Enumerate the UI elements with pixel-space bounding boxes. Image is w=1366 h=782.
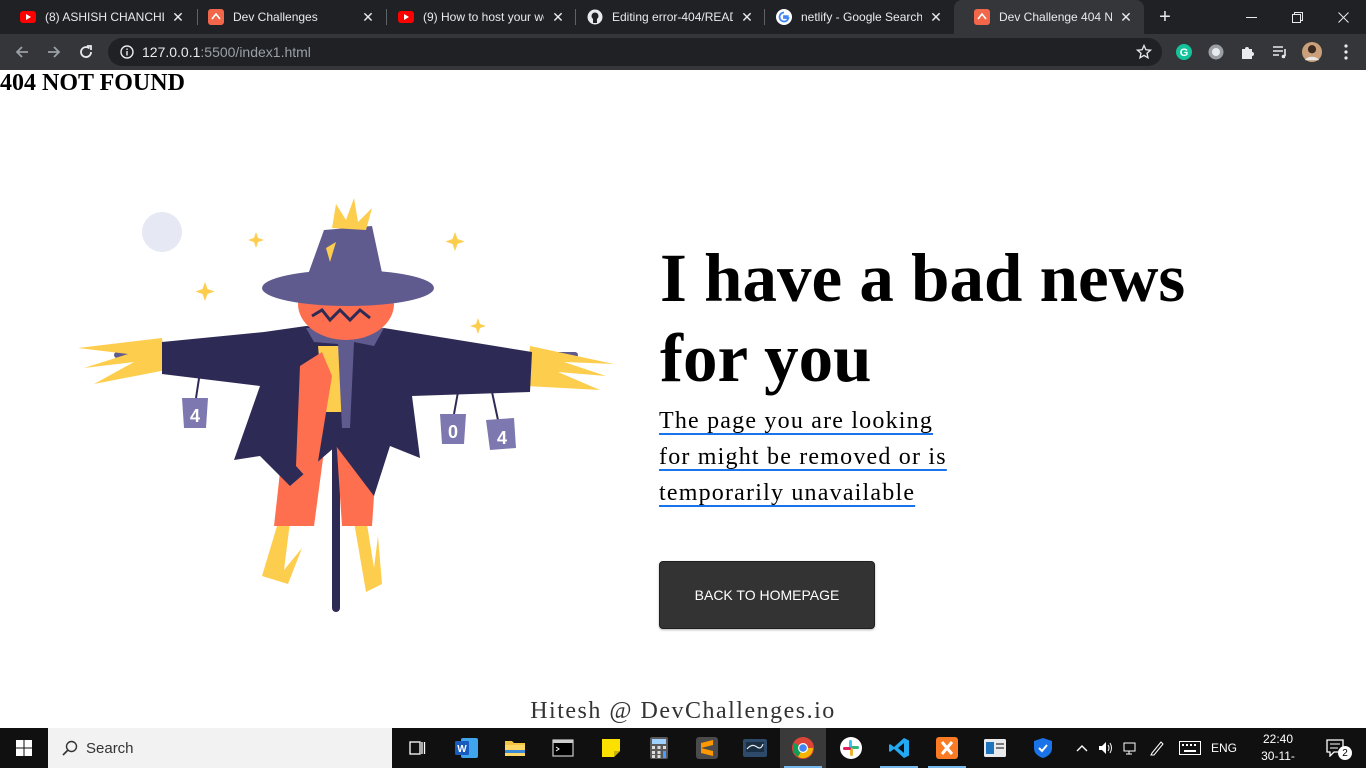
xampp-icon[interactable] [924, 728, 970, 768]
start-button[interactable] [0, 728, 48, 768]
chrome-menu-icon[interactable] [1336, 42, 1356, 62]
restore-button[interactable] [1274, 0, 1320, 34]
browser-tab-strip: (8) ASHISH CHANCHLANI ✕ Dev Challenges ✕… [0, 0, 1366, 34]
media-queue-icon[interactable] [1270, 42, 1290, 62]
clock-date: 30-11-2020 [1261, 749, 1295, 780]
headline: I have a bad news for you [660, 238, 1280, 398]
headline-line: I have a bad news [660, 240, 1186, 316]
sign-digit: 4 [497, 428, 507, 448]
chrome-icon[interactable] [780, 728, 826, 768]
tab-title: (9) How to host your website [423, 10, 544, 24]
address-bar[interactable]: 127.0.0.1:5500/index1.html [108, 38, 1162, 66]
back-arrow-icon [15, 46, 28, 58]
sign-digit: 4 [190, 406, 200, 426]
close-tab-icon[interactable]: ✕ [1118, 9, 1134, 25]
browser-toolbar: 127.0.0.1:5500/index1.html G [0, 34, 1366, 70]
tab-title: Editing error-404/README.md [612, 10, 733, 24]
svg-text:W: W [457, 744, 467, 755]
back-to-homepage-button[interactable]: BACK TO HOMEPAGE [659, 561, 875, 629]
taskbar-search-box[interactable]: Search [48, 728, 392, 768]
reload-icon [80, 45, 92, 58]
devchallenges-icon [208, 9, 224, 25]
vscode-icon[interactable] [876, 728, 922, 768]
close-tab-icon[interactable]: ✕ [739, 9, 755, 25]
back-button[interactable] [8, 38, 36, 66]
notification-count-badge: 2 [1338, 746, 1352, 760]
minimize-button[interactable] [1228, 0, 1274, 34]
sticky-notes-icon[interactable] [588, 728, 634, 768]
search-icon [62, 740, 78, 756]
web-page: 404 NOT FOUND 4 0 4 I have a bad news fo… [0, 70, 1366, 728]
terminal-icon[interactable] [540, 728, 586, 768]
browser-tab-3[interactable]: (9) How to host your website ✕ [378, 0, 576, 34]
subtext-line: temporarily unavailable [659, 480, 916, 506]
calculator-icon[interactable] [636, 728, 682, 768]
youtube-icon [398, 9, 414, 25]
subtext-line: for might be removed or is [659, 444, 947, 470]
tab-title: Dev Challenge 404 NOT FOUND [999, 10, 1112, 24]
sublime-text-icon[interactable] [684, 728, 730, 768]
browser-tab-1[interactable]: (8) ASHISH CHANCHLANI ✕ [0, 0, 196, 34]
url-path: :5500/index1.html [200, 44, 311, 60]
windows-taskbar: Search W ENG 22:40 30-11-2020 2 [0, 728, 1366, 780]
devchallenges-icon [974, 9, 990, 25]
file-explorer-icon[interactable] [492, 728, 538, 768]
word-icon[interactable]: W [444, 728, 490, 768]
headline-line: for you [660, 320, 872, 396]
slack-icon[interactable] [828, 728, 874, 768]
browser-tab-4[interactable]: Editing error-404/README.md ✕ [567, 0, 765, 34]
pen-icon[interactable] [1146, 728, 1168, 768]
subtext: The page you are looking for might be re… [659, 403, 989, 511]
close-tab-icon[interactable]: ✕ [928, 9, 944, 25]
new-tab-button[interactable]: + [1152, 4, 1178, 30]
notifications-button[interactable]: 2 [1318, 728, 1354, 768]
moon-icon [142, 212, 182, 252]
grammarly-icon[interactable]: G [1174, 42, 1194, 62]
extensions-puzzle-icon[interactable] [1238, 42, 1258, 62]
close-window-button[interactable] [1320, 0, 1366, 34]
profile-avatar[interactable] [1302, 42, 1322, 62]
tab-title: Dev Challenges [233, 10, 318, 24]
site-info-icon[interactable] [120, 45, 134, 59]
close-tab-icon[interactable]: ✕ [170, 9, 186, 25]
footer-credit: Hitesh @ DevChallenges.io [530, 698, 836, 724]
browser-tab-5[interactable]: netlify - Google Search ✕ [756, 0, 954, 34]
svg-text:G: G [1180, 47, 1189, 59]
close-tab-icon[interactable]: ✕ [550, 9, 566, 25]
bookmark-star-icon[interactable] [1136, 44, 1152, 60]
volume-icon[interactable] [1095, 728, 1117, 768]
close-tab-icon[interactable]: ✕ [360, 9, 376, 25]
notification-icon: 2 [1326, 739, 1352, 760]
windows-logo-icon [16, 740, 32, 756]
page-title: 404 NOT FOUND [0, 70, 185, 96]
sign-digit: 0 [448, 422, 458, 442]
task-view-icon[interactable] [394, 728, 440, 768]
clock[interactable]: 22:40 30-11-2020 [1250, 731, 1306, 782]
app-window-icon[interactable] [972, 728, 1018, 768]
scarecrow-illustration: 4 0 4 [74, 196, 619, 616]
forward-button[interactable] [40, 38, 68, 66]
tab-title: netlify - Google Search [801, 10, 922, 24]
mysql-workbench-icon[interactable] [732, 728, 778, 768]
tab-title: (8) ASHISH CHANCHLANI [45, 10, 164, 24]
tray-overflow-chevron-icon[interactable] [1072, 728, 1092, 768]
language-indicator[interactable]: ENG [1208, 728, 1240, 768]
youtube-icon [20, 9, 36, 25]
search-placeholder: Search [86, 739, 134, 757]
network-icon[interactable] [1120, 728, 1142, 768]
reload-button[interactable] [72, 38, 100, 66]
keyboard-icon[interactable] [1176, 728, 1204, 768]
forward-arrow-icon [48, 46, 61, 58]
github-icon [587, 9, 603, 25]
security-shield-icon[interactable] [1020, 728, 1066, 768]
clock-time: 22:40 [1262, 732, 1294, 746]
url-host: 127.0.0.1 [142, 44, 201, 60]
google-icon [776, 9, 792, 25]
subtext-line: The page you are looking [659, 408, 934, 434]
browser-tab-6[interactable]: Dev Challenge 404 NOT FOUND ✕ [954, 0, 1144, 34]
extension-circle-icon[interactable] [1206, 42, 1226, 62]
browser-tab-2[interactable]: Dev Challenges ✕ [188, 0, 386, 34]
